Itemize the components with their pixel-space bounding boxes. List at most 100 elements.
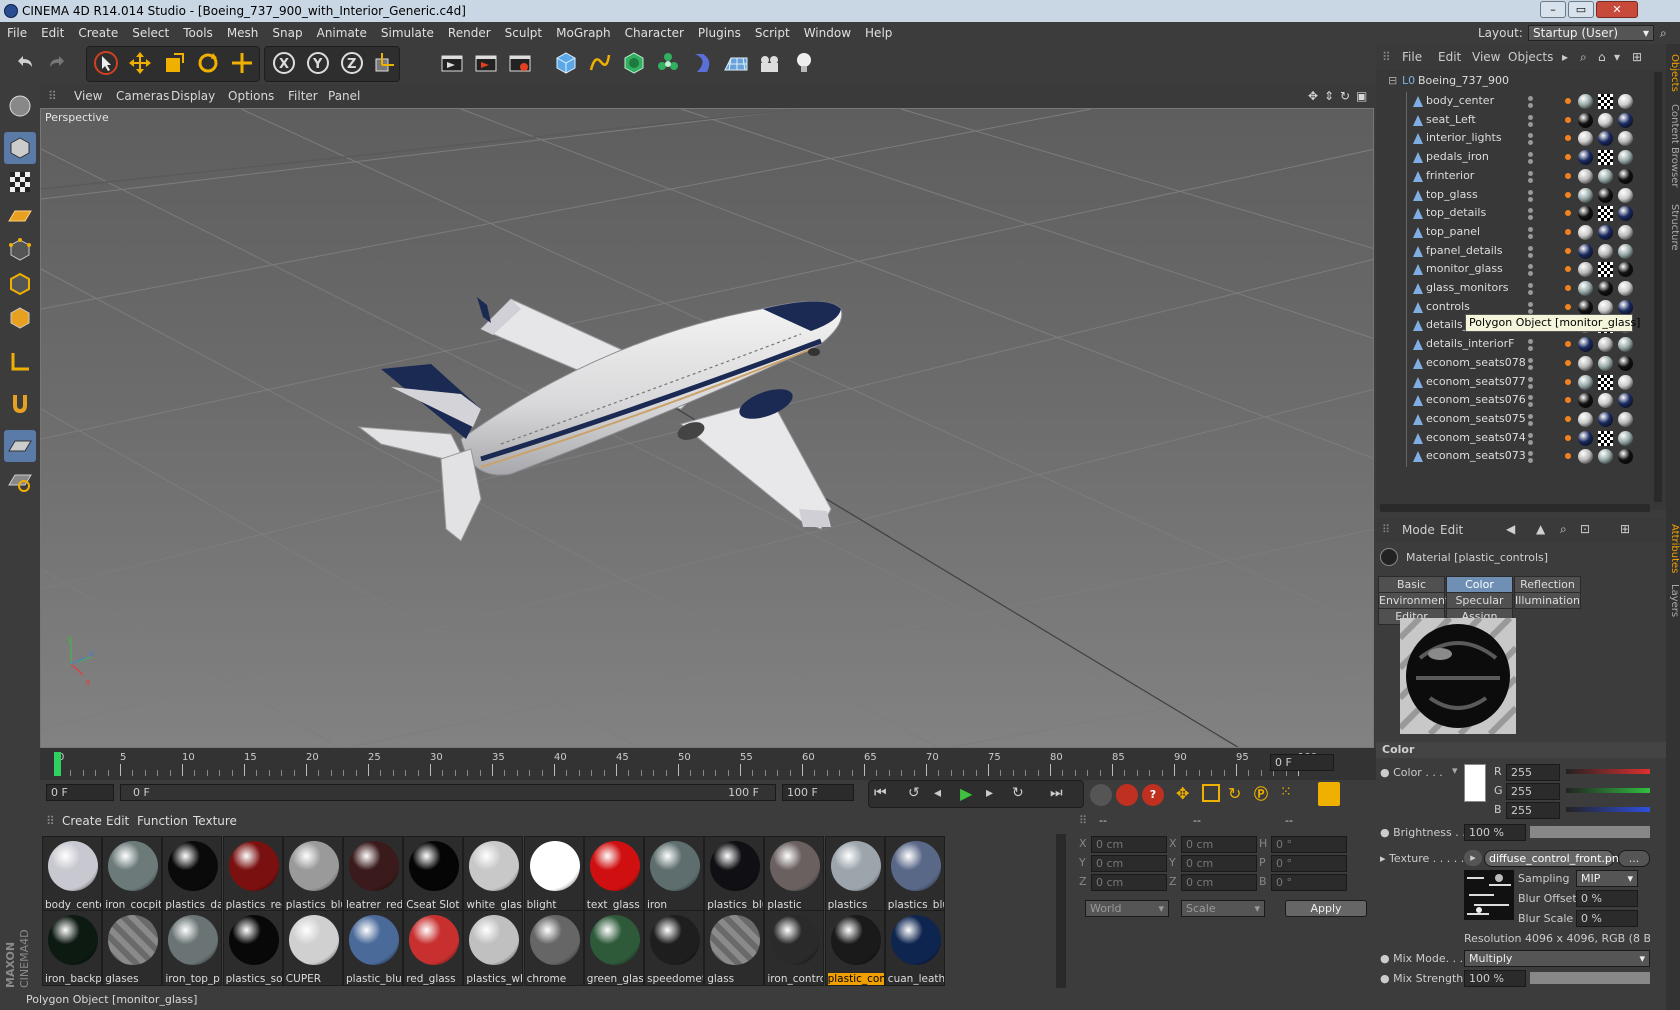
material-menu-create[interactable]: Create xyxy=(62,810,102,832)
phong-tag-icon[interactable] xyxy=(1562,94,1574,108)
material-tag-icon[interactable] xyxy=(1578,393,1593,409)
start-frame-field[interactable]: 0 F xyxy=(46,784,114,801)
x-axis-lock-icon[interactable]: X xyxy=(268,47,300,79)
viewport-menu-options[interactable]: Options xyxy=(228,84,274,108)
new-window-icon[interactable]: ⊞ xyxy=(1632,44,1642,70)
object-row[interactable]: pedals_iron xyxy=(1376,148,1648,169)
tab-color[interactable]: Color xyxy=(1446,576,1513,593)
render-dot-icon[interactable] xyxy=(1528,121,1533,127)
material-tag-icon[interactable] xyxy=(1578,281,1593,296)
material-tag-icon[interactable] xyxy=(1578,94,1593,109)
material-tag-icon[interactable] xyxy=(1598,262,1613,278)
maximize-button[interactable]: ▭ xyxy=(1568,1,1594,18)
phong-tag-icon[interactable] xyxy=(1562,150,1574,165)
material-tag-icon[interactable] xyxy=(1578,187,1593,203)
phong-tag-icon[interactable] xyxy=(1562,112,1574,127)
side-tab-layers[interactable]: Layers xyxy=(1666,584,1680,617)
viewport-menu-cameras[interactable]: Cameras xyxy=(116,84,169,108)
timeline-window-icon[interactable] xyxy=(1318,782,1340,806)
material-swatch[interactable]: blight xyxy=(523,836,584,912)
object-row[interactable]: frinterior xyxy=(1376,166,1648,187)
material-swatch[interactable]: plastics_da xyxy=(162,836,223,912)
material-tag-icon[interactable] xyxy=(1618,299,1633,315)
render-dot-icon[interactable] xyxy=(1528,458,1533,464)
material-swatch[interactable]: plastic_con xyxy=(824,910,885,986)
material-tag-icon[interactable] xyxy=(1618,206,1633,222)
brightness-field[interactable]: 100 % xyxy=(1464,824,1526,841)
material-tag-icon[interactable] xyxy=(1578,299,1593,315)
object-row[interactable]: econom_seats076 xyxy=(1376,391,1648,412)
floor-scene-icon[interactable] xyxy=(720,47,752,79)
material-scrollbar[interactable] xyxy=(1056,834,1066,988)
mix-strength-field[interactable]: 100 % xyxy=(1464,970,1526,987)
material-tag-icon[interactable] xyxy=(1578,131,1593,147)
workplane-mode-icon[interactable] xyxy=(4,200,36,232)
menu-simulate[interactable]: Simulate xyxy=(374,22,441,44)
render-dot-icon[interactable] xyxy=(1528,346,1533,352)
blur-scale-field[interactable]: 0 % xyxy=(1576,910,1638,927)
material-swatch[interactable]: plastics_so xyxy=(222,910,283,986)
tab-reflection[interactable]: Reflection xyxy=(1514,576,1581,593)
render-dot-icon[interactable] xyxy=(1528,103,1533,108)
visibility-dot-icon[interactable] xyxy=(1528,432,1533,438)
material-swatch[interactable]: plastics_wh xyxy=(463,910,524,986)
channel-slider-b[interactable] xyxy=(1566,807,1650,812)
go-to-start-icon[interactable]: ⏮ xyxy=(874,785,887,801)
y-axis-lock-icon[interactable]: Y xyxy=(302,47,334,79)
object-row[interactable]: econom_seats075 xyxy=(1376,409,1648,430)
object-row[interactable]: fpanel_details xyxy=(1376,241,1648,262)
timeline-ruler[interactable]: 0510152025303540455055606570758085909510… xyxy=(40,748,1376,780)
spline-pen-icon[interactable] xyxy=(584,47,616,79)
layout-search-icon[interactable]: ⌕ xyxy=(1660,22,1667,44)
key-parameter-icon[interactable]: Ⓟ xyxy=(1254,784,1268,804)
viewport-menu-filter[interactable]: Filter xyxy=(288,84,318,108)
texture-mode-icon[interactable] xyxy=(4,166,36,198)
visibility-dot-icon[interactable] xyxy=(1528,133,1533,139)
coord-value-field[interactable]: 0 cm xyxy=(1091,874,1167,891)
object-row[interactable]: details_interiorF xyxy=(1376,335,1648,356)
play-icon[interactable]: ▶ xyxy=(960,784,972,803)
material-swatch[interactable]: chrome xyxy=(523,910,584,986)
render-dot-icon[interactable] xyxy=(1528,402,1533,408)
search-icon[interactable]: ⌕ xyxy=(1560,522,1567,537)
sampling-dropdown[interactable]: MIP ▾ xyxy=(1576,870,1638,887)
visibility-dot-icon[interactable] xyxy=(1528,170,1533,176)
material-tag-icon[interactable] xyxy=(1618,243,1633,259)
undo-icon[interactable] xyxy=(8,47,40,79)
timeline-playhead[interactable] xyxy=(54,752,61,776)
material-tag-icon[interactable] xyxy=(1578,112,1593,128)
expand-arrow-icon[interactable]: ▸ xyxy=(1380,852,1386,865)
scale-icon[interactable] xyxy=(158,47,190,79)
phong-tag-icon[interactable] xyxy=(1562,337,1574,352)
frame-range-slider[interactable]: 0 F 100 F xyxy=(120,784,776,801)
menu-select[interactable]: Select xyxy=(125,22,176,44)
end-frame-field[interactable]: 100 F xyxy=(782,784,854,801)
material-tag-icon[interactable] xyxy=(1578,374,1593,390)
material-tag-icon[interactable] xyxy=(1598,449,1613,465)
material-tag-icon[interactable] xyxy=(1618,393,1633,409)
material-tag-icon[interactable] xyxy=(1598,112,1613,128)
cloner-icon[interactable] xyxy=(652,47,684,79)
material-tag-icon[interactable] xyxy=(1578,449,1593,465)
coord-value-field[interactable]: 0 cm xyxy=(1091,855,1167,872)
render-dot-icon[interactable] xyxy=(1528,215,1533,221)
material-tag-icon[interactable] xyxy=(1618,131,1633,147)
attr-menu-edit[interactable]: Edit xyxy=(1440,523,1463,537)
live-select-icon[interactable] xyxy=(226,47,258,79)
polygons-mode-icon[interactable] xyxy=(4,302,36,334)
material-tag-icon[interactable] xyxy=(1618,112,1633,128)
material-swatch[interactable]: plastics xyxy=(824,836,885,912)
menu-help[interactable]: Help xyxy=(858,22,899,44)
up-arrow-icon[interactable]: ▲ xyxy=(1536,522,1545,536)
phong-tag-icon[interactable] xyxy=(1562,224,1574,239)
viewport-move-icon[interactable]: ✥ xyxy=(1308,84,1318,108)
render-dot-icon[interactable] xyxy=(1528,177,1533,183)
subdivision-surface-icon[interactable] xyxy=(618,47,650,79)
channel-field-r[interactable]: 255 xyxy=(1506,764,1560,781)
keyframe-help-icon[interactable]: ? xyxy=(1142,784,1164,806)
visibility-dot-icon[interactable] xyxy=(1528,189,1533,195)
material-tag-icon[interactable] xyxy=(1578,206,1593,222)
close-button[interactable]: ✕ xyxy=(1596,1,1638,18)
visibility-dot-icon[interactable] xyxy=(1528,245,1533,251)
material-tag-icon[interactable] xyxy=(1578,262,1593,278)
